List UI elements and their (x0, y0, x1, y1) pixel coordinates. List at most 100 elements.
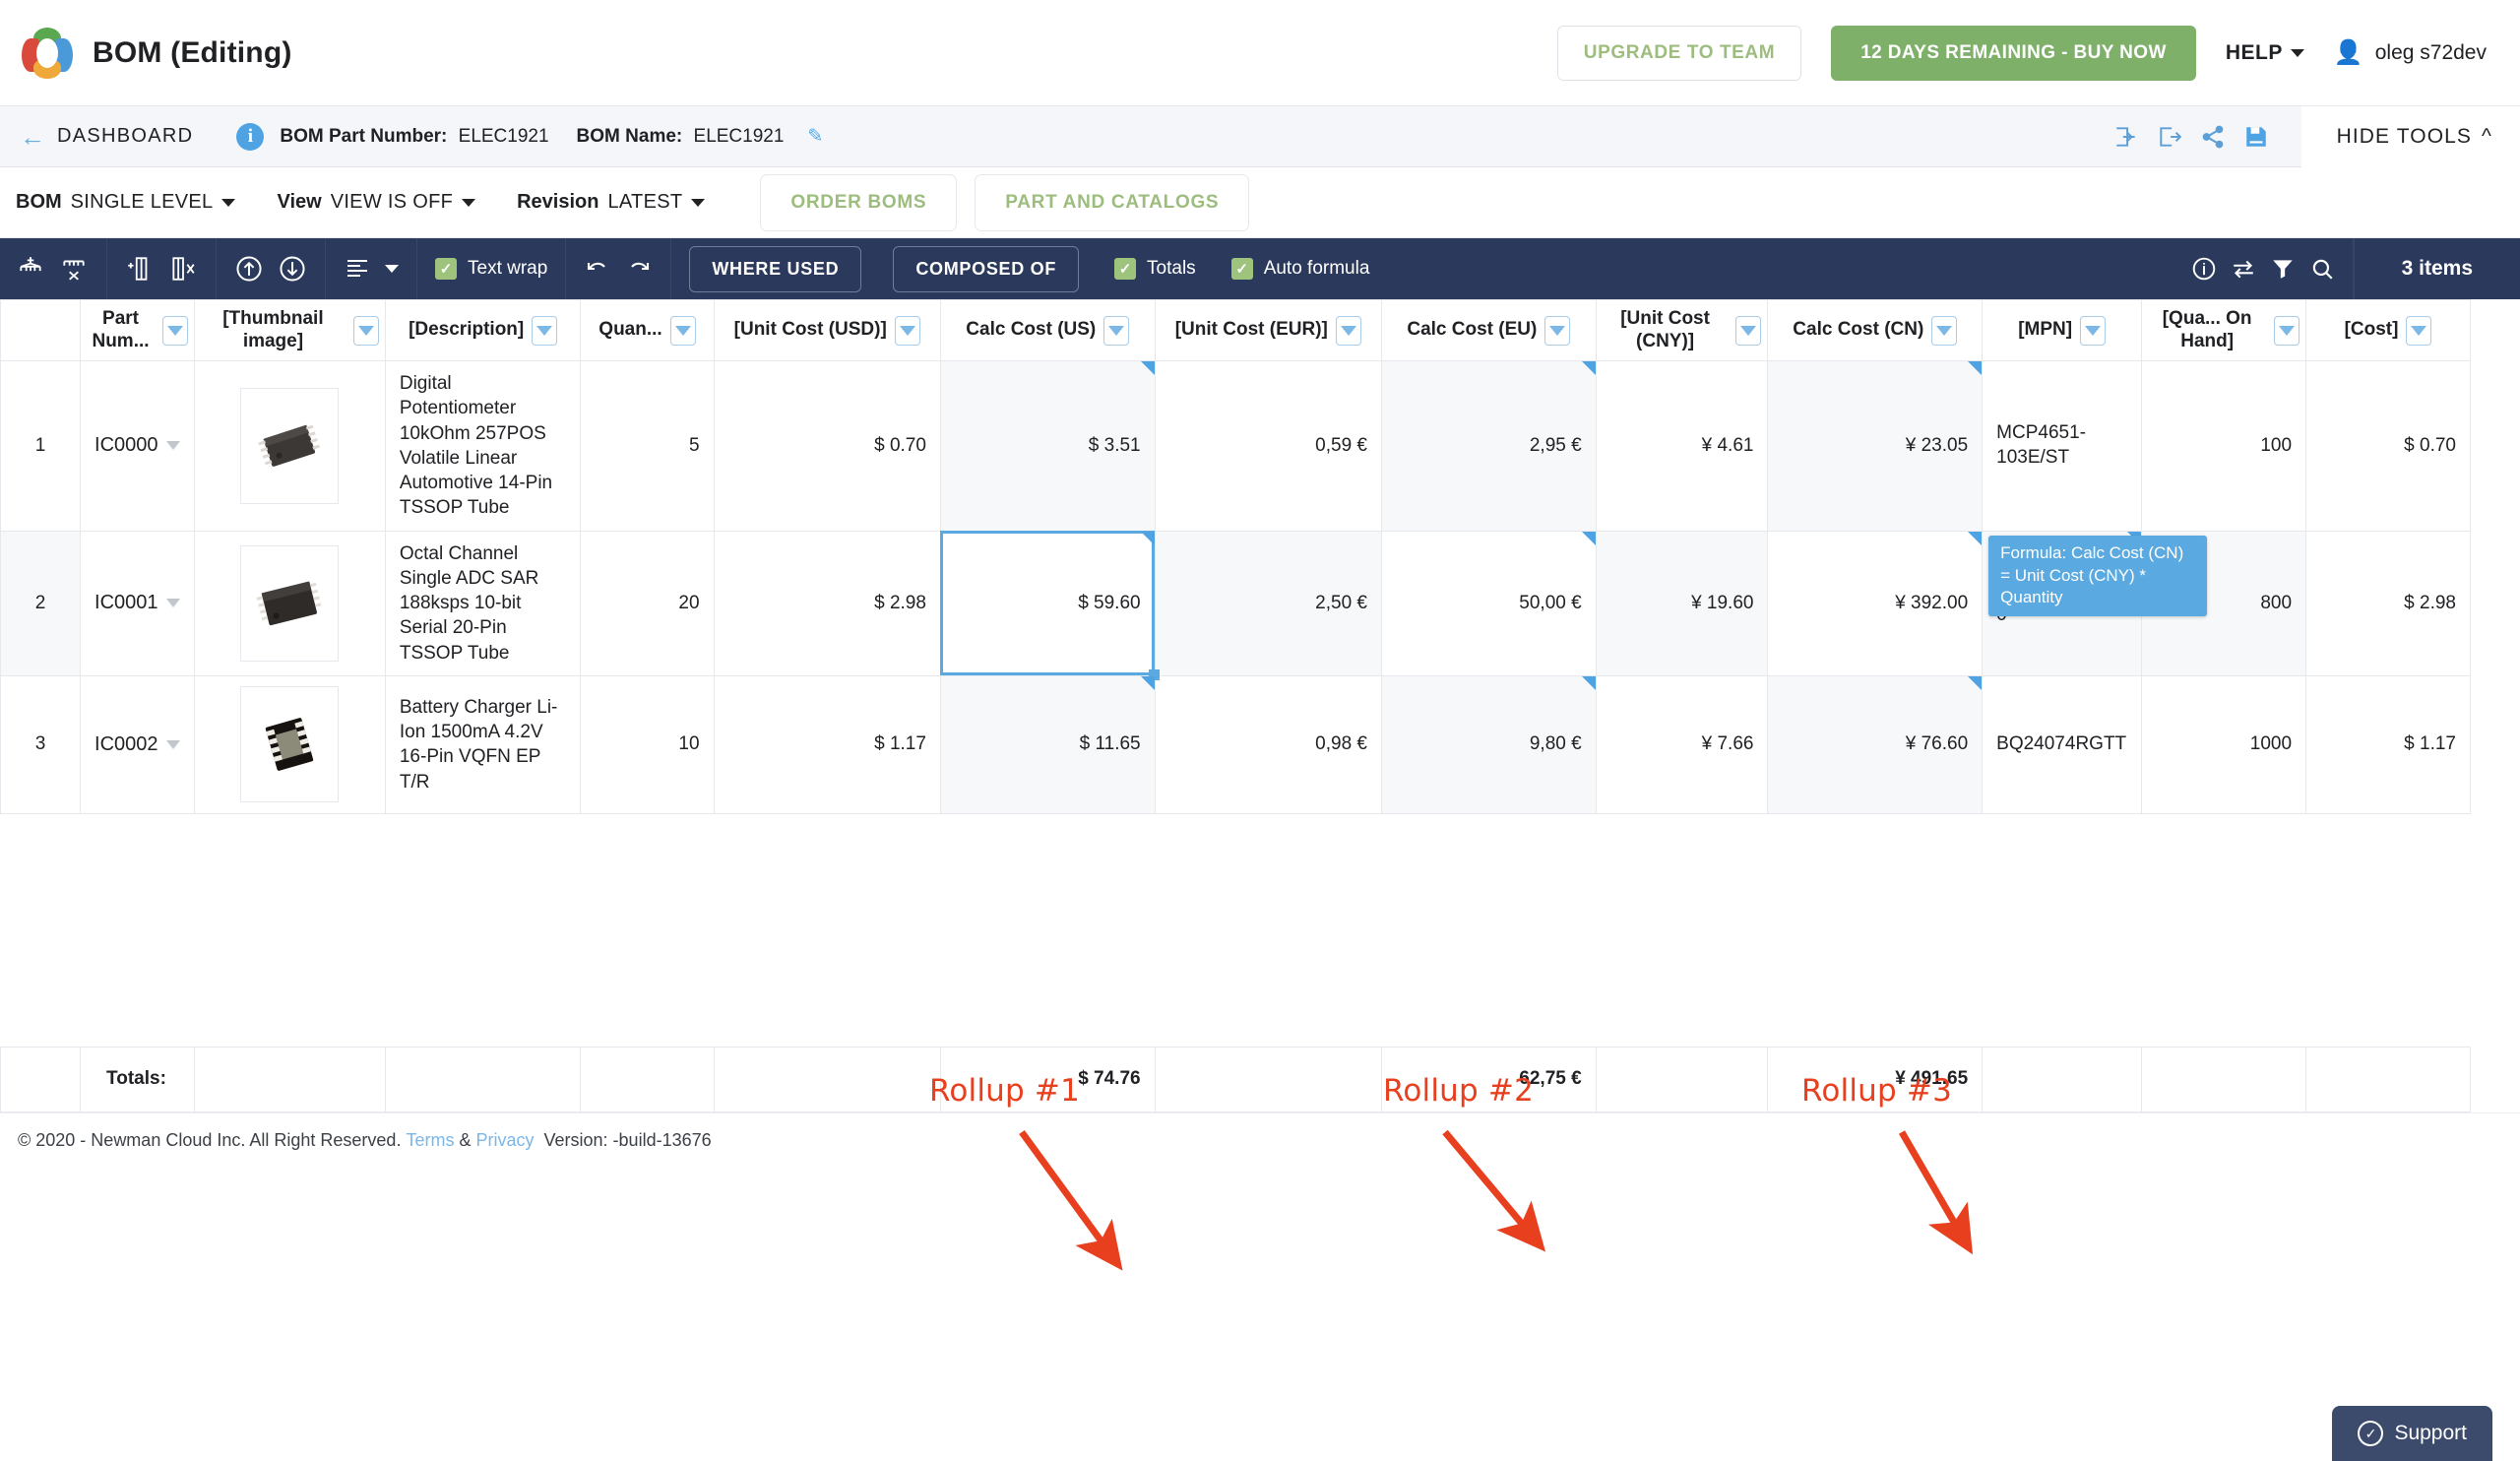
cell-calc-cost-us[interactable]: $ 3.51 (939, 360, 1156, 532)
save-icon[interactable] (2235, 115, 2278, 159)
cell-thumbnail[interactable] (194, 674, 386, 814)
pencil-icon[interactable]: ✎ (807, 125, 823, 148)
cell-calc-cost-cn[interactable]: ¥ 23.05 (1767, 360, 1984, 532)
align-icon[interactable] (344, 256, 371, 282)
terms-link[interactable]: Terms (406, 1130, 454, 1151)
export-icon[interactable] (2148, 115, 2191, 159)
table-row[interactable]: 2 IC0001 Octal Channel Single ADC SAR 18… (0, 530, 2471, 680)
column-filter-icon[interactable] (1735, 315, 1762, 346)
cell-part-number[interactable]: IC0000 (80, 360, 196, 532)
bom-level-select[interactable]: BOM SINGLE LEVEL (16, 191, 236, 214)
column-filter-icon[interactable] (1544, 315, 1571, 346)
cell-mpn[interactable]: AD7997BRUZ-0 Formula: Calc Cost (CN) = U… (1982, 530, 2208, 676)
cell-calc-cost-eu[interactable]: 2,95 € (1381, 360, 1597, 532)
cell-calc-cost-cn[interactable]: ¥ 392.00 (1767, 530, 1984, 676)
cell-unit-cost-cny[interactable]: ¥ 7.66 (1595, 674, 1769, 814)
col-header-calc-cost-cn[interactable]: Calc Cost (CN) (1767, 299, 1984, 361)
cell-mpn[interactable]: BQ24074RGTT (1982, 674, 2143, 814)
col-header-qty-on-hand[interactable]: [Qua... On Hand] (2141, 299, 2307, 361)
move-down-icon[interactable] (278, 254, 307, 284)
column-filter-icon[interactable] (532, 315, 558, 346)
column-filter-icon[interactable] (2274, 315, 2300, 346)
table-row[interactable]: 1 IC0000 Digital Potentiometer 10kOhm 25… (0, 360, 2471, 532)
cell-mpn[interactable]: MCP4651-103E/ST (1982, 360, 2143, 532)
import-icon[interactable] (2105, 115, 2148, 159)
view-select[interactable]: View VIEW IS OFF (277, 191, 476, 214)
column-filter-icon[interactable] (669, 315, 696, 346)
cell-quantity[interactable]: 5 (580, 360, 715, 532)
move-up-icon[interactable] (234, 254, 264, 284)
add-column-icon[interactable] (125, 255, 155, 283)
part-and-catalogs-button[interactable]: PART AND CATALOGS (975, 173, 1250, 231)
col-header-unit-cost-eur[interactable]: [Unit Cost (EUR)] (1154, 299, 1383, 361)
chevron-down-icon[interactable] (166, 739, 181, 749)
col-header-part-number[interactable]: Part Num... (80, 299, 196, 361)
cell-unit-cost-cny[interactable]: ¥ 4.61 (1595, 360, 1769, 532)
cell-description[interactable]: Octal Channel Single ADC SAR 188ksps 10-… (384, 530, 582, 676)
revision-select[interactable]: Revision LATEST (517, 191, 706, 214)
delete-assembly-icon[interactable] (59, 255, 89, 283)
chevron-down-icon[interactable] (166, 599, 181, 608)
info-icon[interactable] (2191, 256, 2217, 282)
cell-calc-cost-cn[interactable]: ¥ 76.60 (1767, 674, 1984, 814)
undo-icon[interactable] (584, 256, 611, 282)
cell-thumbnail[interactable] (194, 360, 386, 532)
cell-unit-cost-usd[interactable]: $ 2.98 (713, 530, 941, 676)
privacy-link[interactable]: Privacy (475, 1130, 534, 1151)
cell-calc-cost-us-selected[interactable]: $ 59.60 (939, 530, 1160, 680)
chevron-down-icon[interactable] (385, 265, 399, 273)
cell-unit-cost-eur[interactable]: 2,50 € (1154, 530, 1383, 676)
column-filter-icon[interactable] (1931, 315, 1958, 346)
order-boms-button[interactable]: ORDER BOMS (760, 173, 958, 231)
col-header-mpn[interactable]: [MPN] (1982, 299, 2143, 361)
column-filter-icon[interactable] (352, 315, 379, 346)
chevron-down-icon[interactable] (166, 441, 181, 451)
cell-part-number[interactable]: IC0001 (80, 530, 196, 676)
column-filter-icon[interactable] (894, 315, 920, 346)
cell-unit-cost-usd[interactable]: $ 0.70 (713, 360, 941, 532)
table-row[interactable]: 3 IC0002 Battery Charger Li-Ion 1500mA 4… (0, 674, 2471, 814)
totals-checkbox[interactable]: ✓ Totals (1114, 258, 1196, 280)
column-filter-icon[interactable] (1103, 315, 1130, 346)
cell-calc-cost-eu[interactable]: 9,80 € (1381, 674, 1597, 814)
cell-cost[interactable]: $ 0.70 (2305, 360, 2471, 532)
col-header-description[interactable]: [Description] (384, 299, 582, 361)
cell-part-number[interactable]: IC0002 (80, 674, 196, 814)
help-menu[interactable]: HELP (2226, 41, 2304, 65)
upgrade-to-team-button[interactable]: UPGRADE TO TEAM (1556, 25, 1802, 81)
cell-cost[interactable]: $ 1.17 (2305, 674, 2471, 814)
user-menu[interactable]: 👤 oleg s72dev (2334, 38, 2487, 67)
cell-unit-cost-eur[interactable]: 0,98 € (1154, 674, 1383, 814)
where-used-button[interactable]: WHERE USED (689, 245, 862, 292)
cell-quantity[interactable]: 20 (580, 530, 715, 676)
share-icon[interactable] (2191, 115, 2235, 159)
add-assembly-icon[interactable] (16, 255, 45, 283)
filter-icon[interactable] (2270, 256, 2296, 282)
cell-description[interactable]: Battery Charger Li-Ion 1500mA 4.2V 16-Pi… (384, 674, 582, 814)
search-icon[interactable] (2309, 256, 2335, 282)
info-circle-icon[interactable]: i (236, 122, 265, 151)
col-header-thumbnail[interactable]: [Thumbnail image] (194, 299, 386, 361)
cell-thumbnail[interactable] (194, 530, 386, 676)
hide-tools-button[interactable]: HIDE TOOLS ^ (2300, 105, 2520, 167)
column-filter-icon[interactable] (1335, 315, 1361, 346)
redo-icon[interactable] (625, 256, 653, 282)
cell-unit-cost-cny[interactable]: ¥ 19.60 (1595, 530, 1769, 676)
cell-qty-on-hand[interactable]: 100 (2141, 360, 2307, 532)
cell-qty-on-hand[interactable]: 1000 (2141, 674, 2307, 814)
col-header-cost[interactable]: [Cost] (2305, 299, 2471, 361)
delete-column-icon[interactable] (168, 255, 198, 283)
cell-calc-cost-eu[interactable]: 50,00 € (1381, 530, 1597, 676)
col-header-calc-cost-us[interactable]: Calc Cost (US) (939, 299, 1156, 361)
cell-unit-cost-eur[interactable]: 0,59 € (1154, 360, 1383, 532)
col-header-quantity[interactable]: Quan... (580, 299, 715, 361)
cell-calc-cost-us[interactable]: $ 11.65 (939, 674, 1156, 814)
buy-now-button[interactable]: 12 DAYS REMAINING - BUY NOW (1831, 25, 2196, 81)
column-filter-icon[interactable] (162, 315, 189, 346)
column-filter-icon[interactable] (2406, 315, 2432, 346)
col-header-unit-cost-usd[interactable]: [Unit Cost (USD)] (713, 299, 941, 361)
cell-unit-cost-usd[interactable]: $ 1.17 (713, 674, 941, 814)
cell-quantity[interactable]: 10 (580, 674, 715, 814)
composed-of-button[interactable]: COMPOSED OF (893, 245, 1080, 292)
dashboard-back-link[interactable]: ← DASHBOARD (20, 124, 193, 150)
